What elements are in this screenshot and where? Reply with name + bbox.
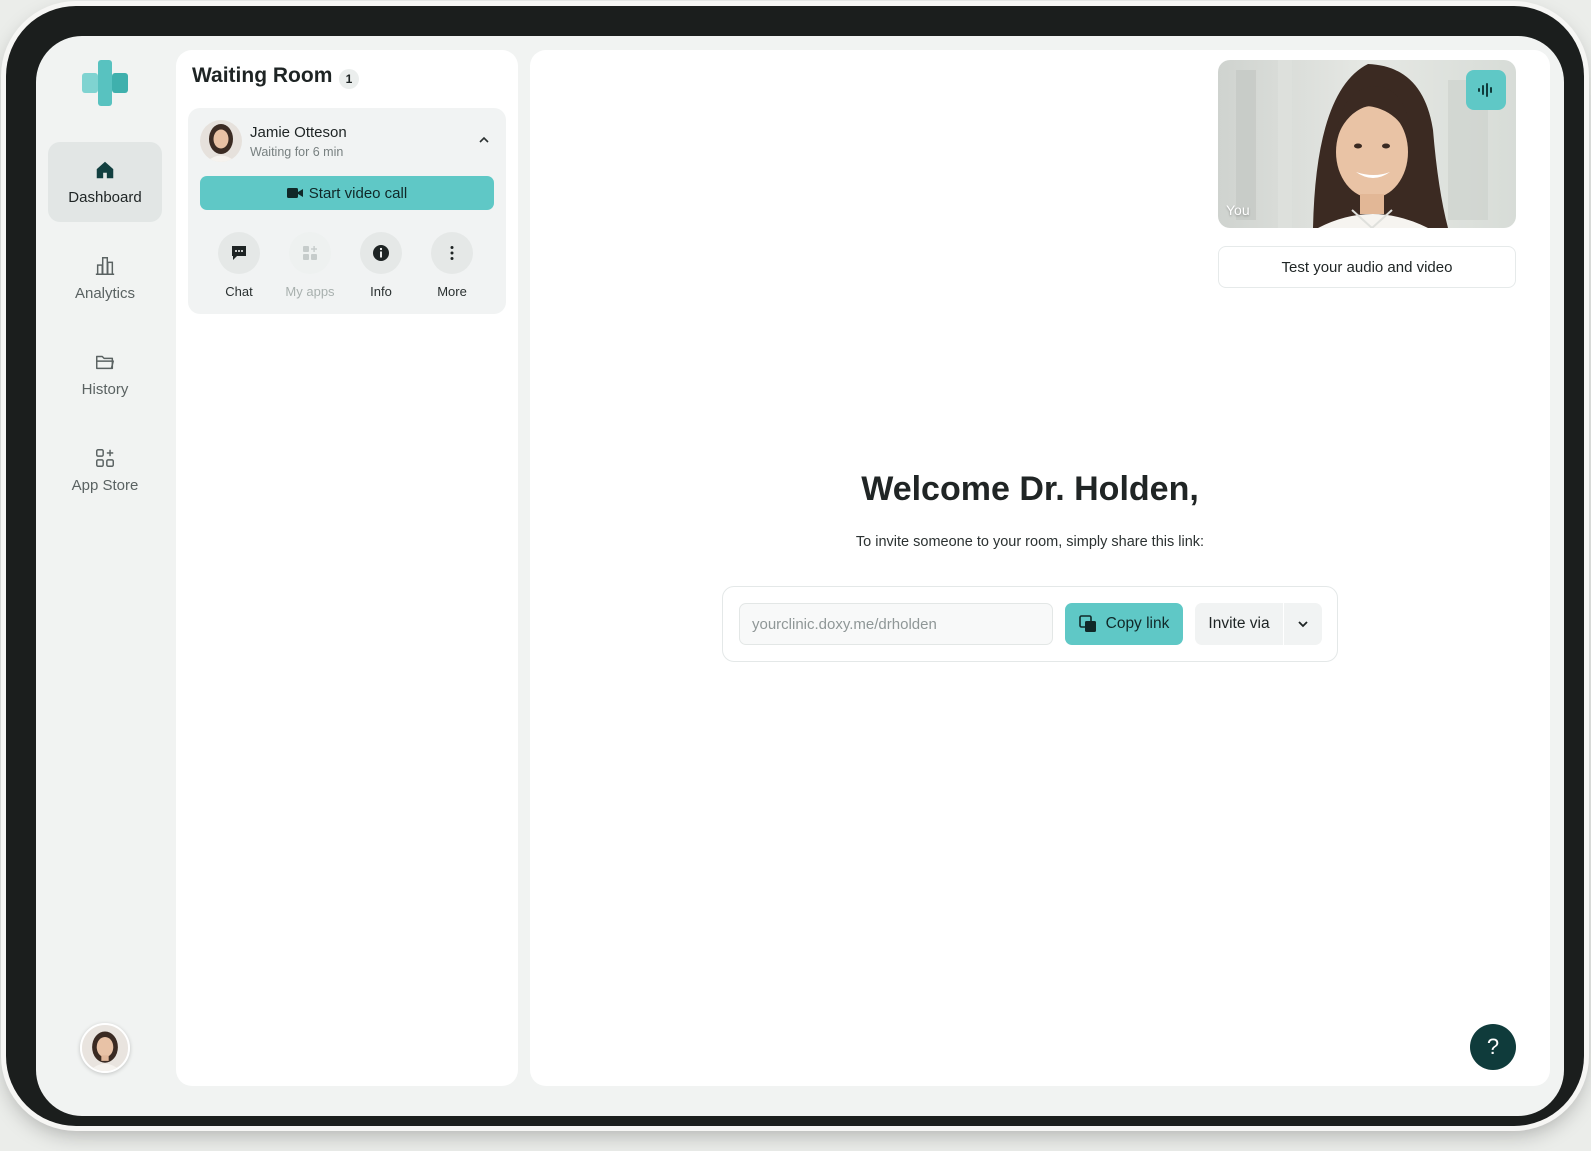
- patient-avatar: [200, 120, 242, 162]
- invite-dropdown-button[interactable]: [1284, 603, 1322, 645]
- app-logo: [82, 60, 128, 106]
- copy-link-button[interactable]: Copy link: [1065, 603, 1183, 645]
- sidebar-nav: Dashboard Analytics History App Store: [36, 36, 174, 1116]
- nav-label-dashboard: Dashboard: [68, 188, 142, 206]
- self-video-preview: You: [1218, 60, 1516, 228]
- invite-instructions: To invite someone to your room, simply s…: [855, 534, 1205, 550]
- bar-chart-icon: [95, 256, 115, 275]
- self-preview-label: You: [1226, 202, 1250, 218]
- more-action-label: More: [437, 284, 467, 299]
- help-button[interactable]: ?: [1470, 1024, 1516, 1070]
- nav-item-dashboard[interactable]: Dashboard: [48, 142, 162, 222]
- nav-item-app-store[interactable]: App Store: [48, 430, 162, 510]
- waiting-room-panel: Waiting Room 1 Jamie Otteson Waiting for…: [176, 50, 518, 1086]
- more-action[interactable]: More: [422, 232, 482, 302]
- chat-icon: [232, 246, 246, 260]
- video-camera-icon: [286, 188, 303, 198]
- nav-item-analytics[interactable]: Analytics: [48, 238, 162, 318]
- info-action-circle: [360, 232, 402, 274]
- main-panel: You Test your audio and video Welcome Dr…: [530, 50, 1550, 1086]
- tablet-device: Dashboard Analytics History App Store Wa…: [6, 6, 1584, 1126]
- my-apps-action-circle: [289, 232, 331, 274]
- patient-avatar-image: [200, 120, 242, 162]
- chevron-up-icon[interactable]: [476, 132, 492, 148]
- invite-link-box: Copy link Invite via: [722, 586, 1338, 662]
- chevron-down-icon: [1298, 621, 1308, 628]
- nav-item-history[interactable]: History: [48, 334, 162, 414]
- info-action[interactable]: Info: [351, 232, 411, 302]
- apps-icon: [303, 246, 317, 260]
- audio-level-button[interactable]: [1466, 70, 1506, 110]
- my-apps-action-label: My apps: [285, 284, 335, 299]
- info-icon: [373, 245, 389, 261]
- nav-label-history: History: [81, 380, 129, 398]
- folder-icon: [96, 355, 114, 369]
- nav-label-app-store: App Store: [71, 476, 139, 494]
- copy-link-label: Copy link: [1105, 615, 1170, 632]
- chat-action[interactable]: Chat: [209, 232, 269, 302]
- start-video-call-label: Start video call: [308, 184, 408, 202]
- waiting-count-badge: 1: [339, 69, 359, 89]
- test-audio-video-button[interactable]: Test your audio and video: [1218, 246, 1516, 288]
- patient-card: Jamie Otteson Waiting for 6 min Start vi…: [188, 108, 506, 314]
- patient-name: Jamie Otteson: [250, 124, 347, 141]
- waiting-room-title: Waiting Room: [192, 64, 333, 87]
- user-avatar-image: [82, 1025, 128, 1071]
- room-link-input[interactable]: [739, 603, 1053, 645]
- my-apps-action[interactable]: My apps: [280, 232, 340, 302]
- app-screen: Dashboard Analytics History App Store Wa…: [36, 36, 1564, 1116]
- nav-label-analytics: Analytics: [74, 284, 136, 302]
- more-vertical-icon: [450, 246, 454, 260]
- chat-action-label: Chat: [225, 284, 253, 299]
- start-video-call-button[interactable]: Start video call: [200, 176, 494, 210]
- user-avatar[interactable]: [80, 1023, 130, 1073]
- invite-via-button[interactable]: Invite via: [1195, 603, 1283, 645]
- apps-add-icon: [96, 448, 114, 467]
- welcome-title: Welcome Dr. Holden,: [861, 470, 1199, 508]
- more-action-circle: [431, 232, 473, 274]
- chat-action-circle: [218, 232, 260, 274]
- patient-wait-time: Waiting for 6 min: [250, 145, 344, 159]
- copy-icon: [1078, 615, 1096, 632]
- audio-wave-icon: [1478, 83, 1492, 97]
- info-action-label: Info: [370, 284, 392, 299]
- home-icon: [96, 161, 114, 178]
